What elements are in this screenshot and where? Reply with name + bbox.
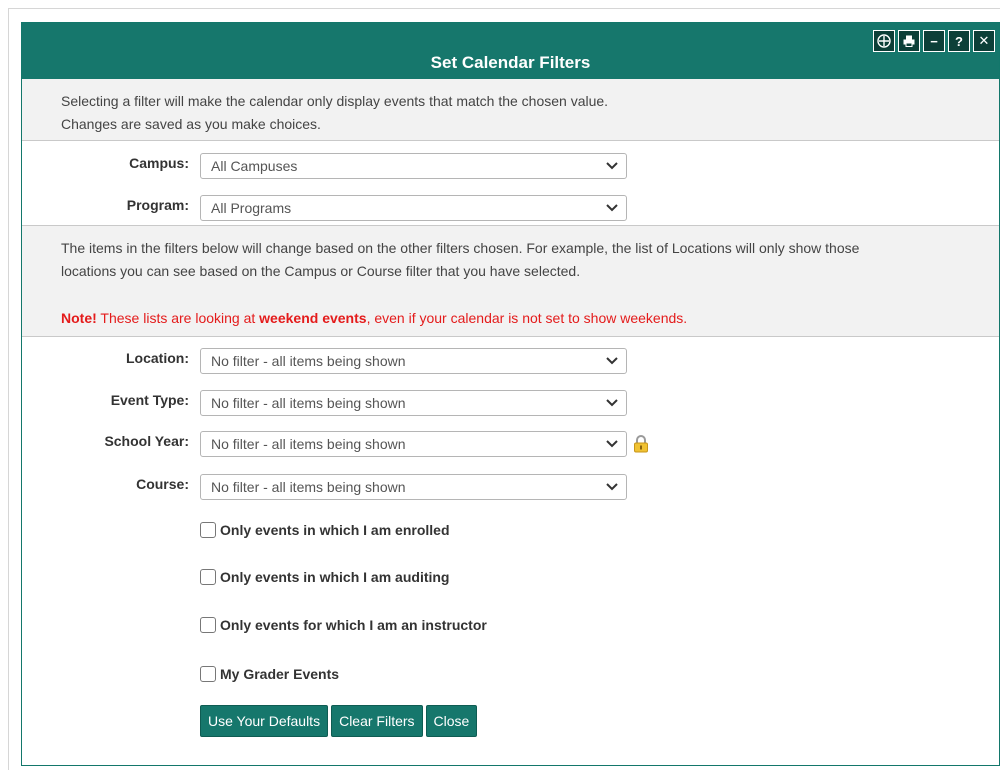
dialog-title: Set Calendar Filters [430,53,591,72]
checkbox-auditing-label[interactable]: Only events in which I am auditing [220,569,449,585]
note-bold: weekend events [259,310,367,326]
checkbox-instructor[interactable] [200,617,216,633]
checkbox-auditing-row[interactable]: Only events in which I am auditing [200,567,449,587]
campus-select-value: All Campuses [211,158,298,174]
checkbox-enrolled[interactable] [200,522,216,538]
help-icon[interactable]: ? [948,30,970,52]
school-year-label: School Year: [104,433,189,449]
school-year-row: School Year: No filter - all items being… [22,431,999,457]
chevron-down-icon [606,440,618,448]
filter-info-panel: The items in the filters below will chan… [22,225,999,337]
chevron-down-icon [606,399,618,407]
event-type-select[interactable]: No filter - all items being shown [200,390,627,416]
note-label: Note! [61,310,97,326]
action-buttons: Use Your Defaults Clear Filters Close [200,705,478,737]
campus-label: Campus: [129,155,189,171]
checkbox-grader-label[interactable]: My Grader Events [220,666,339,682]
intro-line-1: Selecting a filter will make the calenda… [61,93,609,109]
minimize-icon[interactable]: − [923,30,945,52]
campus-select[interactable]: All Campuses [200,153,627,179]
filter-info-line-1: The items in the filters below will chan… [61,240,860,256]
chevron-down-icon [606,204,618,212]
chevron-down-icon [606,483,618,491]
location-label: Location: [126,350,189,366]
calendar-filters-dialog: − ? ✕ Set Calendar Filters Selecting a f… [21,22,1000,766]
clear-filters-button[interactable]: Clear Filters [331,705,423,737]
course-select-value: No filter - all items being shown [211,479,406,495]
event-type-label: Event Type: [110,392,189,408]
program-label: Program: [126,197,189,213]
checkbox-enrolled-row[interactable]: Only events in which I am enrolled [200,520,450,540]
program-row: Program: All Programs [22,195,999,221]
school-year-select[interactable]: No filter - all items being shown [200,431,627,457]
chevron-down-icon [606,357,618,365]
checkbox-instructor-label[interactable]: Only events for which I am an instructor [220,617,487,633]
school-year-select-value: No filter - all items being shown [211,436,406,452]
titlebar-controls: − ? ✕ [873,30,995,52]
weekend-note: Note! These lists are looking at weekend… [61,307,999,330]
dialog-titlebar[interactable]: − ? ✕ Set Calendar Filters [22,23,999,79]
course-row: Course: No filter - all items being show… [22,474,999,500]
location-select-value: No filter - all items being shown [211,353,406,369]
location-row: Location: No filter - all items being sh… [22,348,999,374]
checkbox-grader-row[interactable]: My Grader Events [200,664,339,684]
print-icon[interactable] [898,30,920,52]
close-button[interactable]: Close [425,705,478,737]
course-select[interactable]: No filter - all items being shown [200,474,627,500]
intro-info-panel: Selecting a filter will make the calenda… [22,79,999,141]
event-type-row: Event Type: No filter - all items being … [22,390,999,416]
checkbox-enrolled-label[interactable]: Only events in which I am enrolled [220,522,450,538]
program-select-value: All Programs [211,200,292,216]
campus-row: Campus: All Campuses [22,153,999,179]
chevron-down-icon [606,162,618,170]
lock-icon[interactable] [631,434,651,454]
use-defaults-button[interactable]: Use Your Defaults [200,705,329,737]
checkbox-grader[interactable] [200,666,216,682]
secondary-filters-section: Location: No filter - all items being sh… [22,337,999,767]
primary-filters-section: Campus: All Campuses Program: All Progra… [22,141,999,225]
event-type-select-value: No filter - all items being shown [211,395,406,411]
close-icon[interactable]: ✕ [973,30,995,52]
location-select[interactable]: No filter - all items being shown [200,348,627,374]
checkbox-instructor-row[interactable]: Only events for which I am an instructor [200,615,487,635]
note-text-2: , even if your calendar is not set to sh… [366,310,688,326]
move-icon[interactable] [873,30,895,52]
program-select[interactable]: All Programs [200,195,627,221]
checkbox-auditing[interactable] [200,569,216,585]
filter-info-line-2: locations you can see based on the Campu… [61,263,581,279]
note-text-1: These lists are looking at [96,310,260,326]
intro-line-2: Changes are saved as you make choices. [61,116,321,132]
course-label: Course: [136,476,189,492]
